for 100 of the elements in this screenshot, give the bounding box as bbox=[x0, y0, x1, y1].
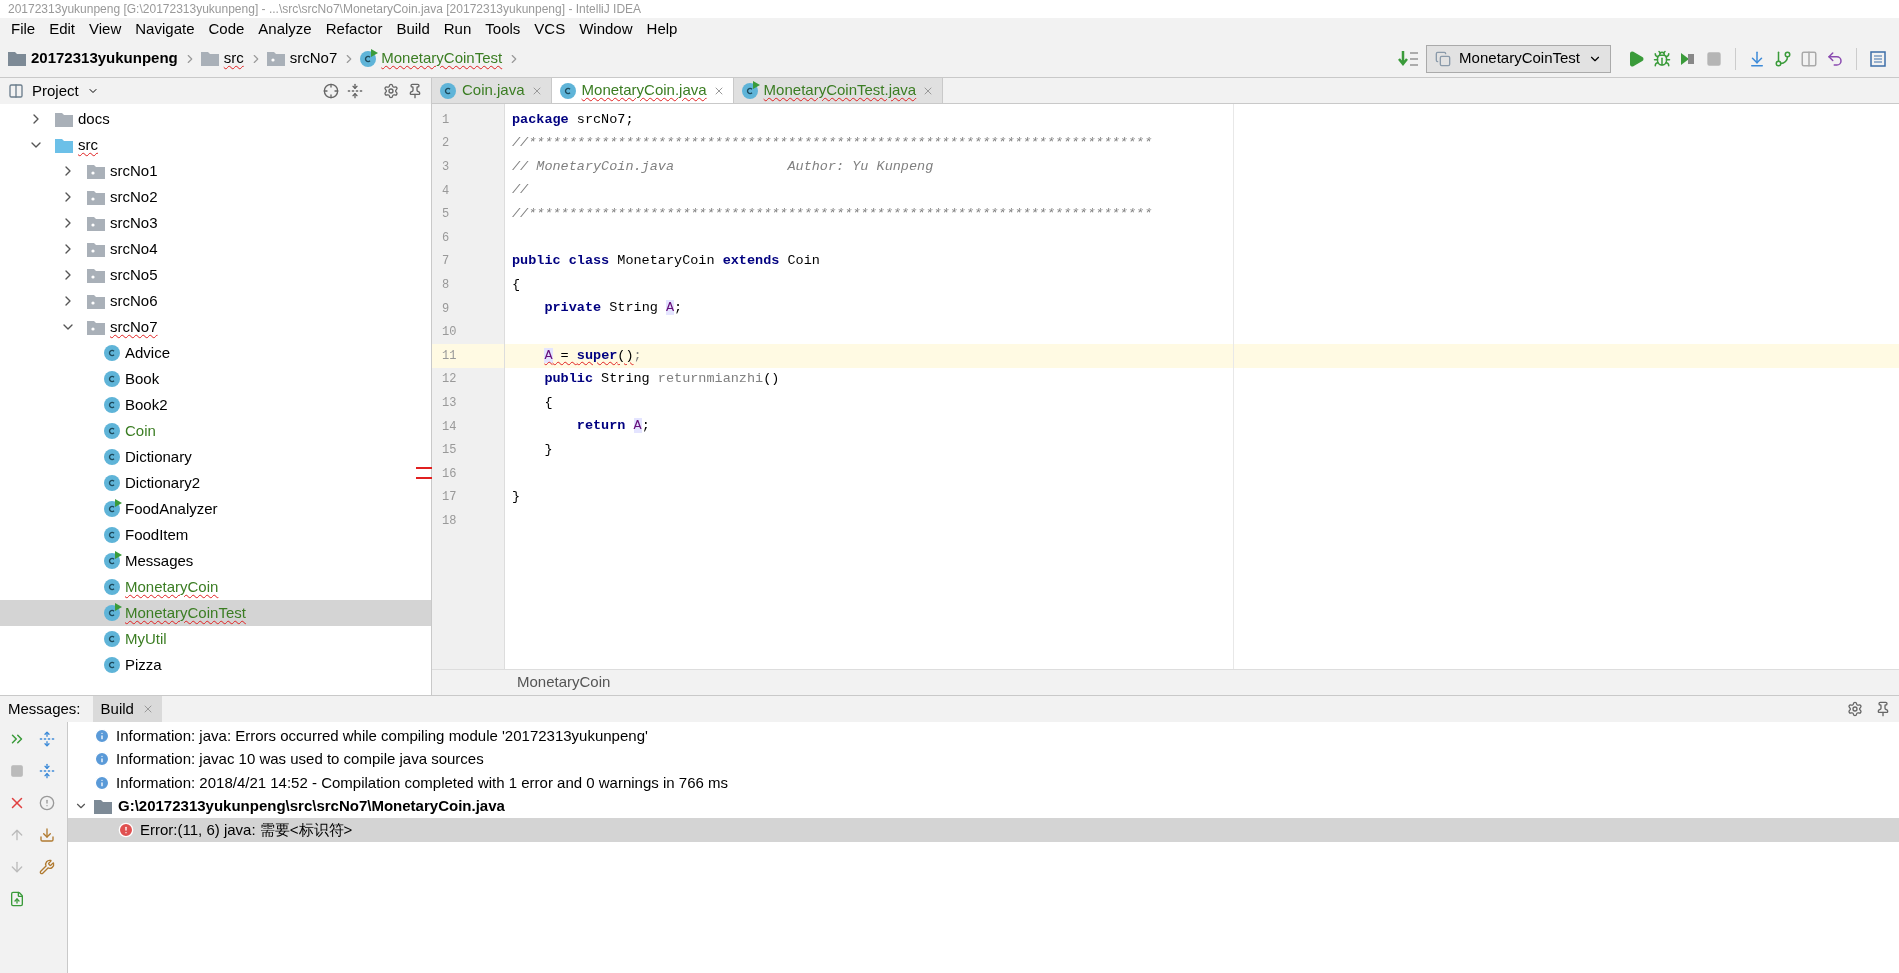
tree-item-label: srcNo5 bbox=[110, 264, 158, 285]
menu-item[interactable]: VCS bbox=[527, 17, 573, 41]
tree-item-label: MonetaryCoin bbox=[125, 576, 219, 597]
menu-item[interactable]: Window bbox=[572, 17, 640, 41]
tree-item-label: srcNo4 bbox=[110, 238, 158, 259]
tree-item[interactable]: Messages bbox=[0, 548, 431, 574]
breadcrumb-item[interactable]: MonetaryCoin bbox=[517, 671, 611, 694]
line-number: 10 bbox=[442, 324, 457, 342]
tree-item[interactable]: MyUtil bbox=[0, 626, 431, 652]
tree-item[interactable]: srcNo6 bbox=[0, 288, 431, 314]
menu-item[interactable]: Analyze bbox=[251, 17, 319, 41]
tree-item[interactable]: src bbox=[0, 132, 431, 158]
line-number: 12 bbox=[442, 371, 457, 389]
package-folder-icon bbox=[87, 241, 105, 257]
line-number: 18 bbox=[442, 512, 457, 530]
tree-item[interactable]: srcNo4 bbox=[0, 236, 431, 262]
package-folder-icon bbox=[87, 319, 105, 335]
panel-title: Messages: bbox=[8, 698, 81, 719]
line-number: 7 bbox=[442, 253, 450, 271]
tree-item[interactable]: Advice bbox=[0, 340, 431, 366]
tree-item[interactable]: FoodItem bbox=[0, 522, 431, 548]
code-line: // bbox=[512, 181, 529, 200]
editor-tab[interactable]: MonetaryCoin.java bbox=[551, 78, 734, 103]
tree-item-label: srcNo1 bbox=[110, 160, 158, 181]
package-folder-icon bbox=[87, 163, 105, 179]
menu-item[interactable]: Help bbox=[639, 17, 685, 41]
class-icon bbox=[559, 82, 576, 99]
menu-item[interactable]: Build bbox=[389, 17, 437, 41]
breadcrumb-item[interactable]: src bbox=[223, 47, 244, 70]
tree-item-label: src bbox=[78, 134, 98, 155]
menu-item[interactable]: Refactor bbox=[318, 17, 390, 41]
collapse-icon[interactable] bbox=[347, 83, 363, 99]
tree-item-label: Coin bbox=[125, 420, 156, 441]
class-icon bbox=[104, 371, 120, 387]
menu-item[interactable]: Code bbox=[201, 17, 252, 41]
tree-item[interactable]: FoodAnalyzer bbox=[0, 496, 431, 522]
tree-item[interactable]: docs bbox=[0, 106, 431, 132]
line-number: 13 bbox=[442, 394, 457, 412]
breadcrumb-item[interactable]: 20172313yukunpeng bbox=[31, 47, 178, 70]
tree-item[interactable]: srcNo7 bbox=[0, 314, 431, 340]
line-number: 3 bbox=[442, 159, 450, 176]
tree-item-label: srcNo7 bbox=[110, 316, 158, 337]
menu-item[interactable]: Tools bbox=[478, 17, 528, 41]
code-line: package srcNo7; bbox=[512, 110, 634, 129]
tree-item-label: srcNo6 bbox=[110, 290, 158, 311]
line-number: 16 bbox=[442, 465, 457, 483]
class-icon bbox=[104, 631, 120, 647]
window-title: 20172313yukunpeng [G:\20172313yukunpeng] - ...\src\srcNo7\MonetaryCoin.java [20172313yukunpeng] - IntelliJ IDEA bbox=[8, 3, 642, 15]
editor-tab[interactable]: MonetaryCoinTest.java bbox=[733, 78, 944, 103]
class-icon bbox=[104, 423, 120, 439]
tree-item[interactable]: MonetaryCoin bbox=[0, 574, 431, 600]
line-number: 1 bbox=[442, 111, 450, 129]
tree-item[interactable]: Pizza bbox=[0, 652, 431, 678]
hide-icon[interactable] bbox=[407, 83, 423, 99]
tree-item[interactable]: Book bbox=[0, 366, 431, 392]
folder-icon bbox=[55, 111, 73, 127]
code-line: { bbox=[544, 393, 553, 412]
build-binary-icon[interactable] bbox=[1398, 49, 1421, 68]
tree-item[interactable]: Dictionary bbox=[0, 444, 431, 470]
message-text: Error:(11, 6) java: 需要<标识符> bbox=[140, 819, 353, 840]
breadcrumb-item[interactable]: MonetaryCoinTest bbox=[381, 47, 503, 70]
breadcrumb-item[interactable]: srcNo7 bbox=[289, 47, 338, 70]
class-icon bbox=[440, 82, 456, 99]
folder-icon bbox=[55, 137, 73, 153]
info-icon bbox=[94, 727, 110, 744]
run-configuration-dropdown[interactable]: MonetaryCoinTest bbox=[1426, 44, 1611, 73]
settings-icon[interactable] bbox=[383, 83, 399, 99]
menu-item[interactable]: Navigate bbox=[128, 17, 202, 41]
menu-item[interactable]: Edit bbox=[42, 17, 83, 41]
runnable-class-icon bbox=[360, 50, 377, 67]
menu-item[interactable]: File bbox=[4, 17, 43, 41]
settings-icon[interactable] bbox=[1847, 701, 1863, 717]
message-row[interactable]: Information: 2018/4/21 14:52 - Compilation completed with 1 error and 0 warnings in 766 ms bbox=[68, 771, 1899, 795]
hide-icon[interactable] bbox=[1875, 701, 1891, 717]
message-row[interactable]: G:\20172313yukunpeng\src\srcNo7\MonetaryCoin.java bbox=[68, 794, 1899, 818]
tree-item[interactable]: srcNo1 bbox=[0, 158, 431, 184]
message-row[interactable]: Information: java: Errors occurred while compiling module '20172313yukunpeng' bbox=[68, 724, 1899, 748]
runnable-class-icon bbox=[104, 605, 120, 621]
tree-item[interactable]: Dictionary2 bbox=[0, 470, 431, 496]
tree-item-label: Messages bbox=[125, 550, 194, 571]
tree-item-label: docs bbox=[78, 108, 110, 129]
panel-title[interactable]: Project bbox=[32, 79, 79, 103]
panel-tab[interactable]: Build bbox=[92, 696, 162, 722]
menu-item[interactable]: Run bbox=[436, 17, 479, 41]
code-line: //***************************************************************************** bbox=[512, 134, 1152, 153]
message-row[interactable]: Error:(11, 6) java: 需要<标识符> bbox=[68, 818, 1899, 842]
message-row[interactable]: Information: javac 10 was used to compile java sources bbox=[68, 747, 1899, 771]
menu-item[interactable]: View bbox=[82, 17, 129, 41]
runnable-class-icon bbox=[104, 553, 120, 569]
class-icon bbox=[104, 527, 120, 543]
tree-item-label: FoodAnalyzer bbox=[125, 498, 218, 519]
code-line: { bbox=[512, 275, 521, 294]
locate-icon[interactable] bbox=[323, 83, 339, 99]
tree-item[interactable]: srcNo3 bbox=[0, 210, 431, 236]
tree-item[interactable]: Book2 bbox=[0, 392, 431, 418]
class-icon bbox=[104, 397, 120, 413]
tree-item[interactable]: Coin bbox=[0, 418, 431, 444]
editor-tab[interactable]: Coin.java bbox=[432, 78, 552, 103]
tree-item[interactable]: srcNo2 bbox=[0, 184, 431, 210]
tree-item[interactable]: srcNo5 bbox=[0, 262, 431, 288]
